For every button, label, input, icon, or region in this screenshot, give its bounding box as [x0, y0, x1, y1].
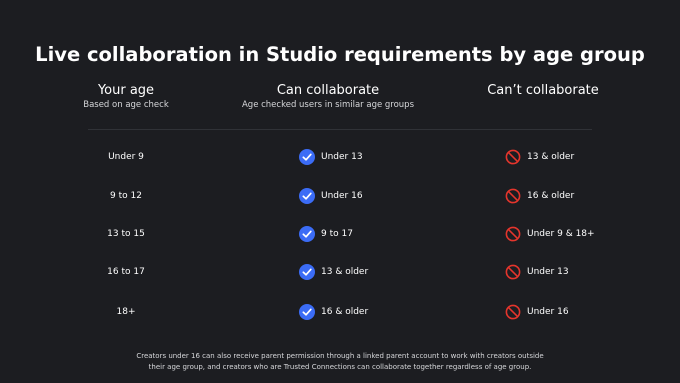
cant-cell: Under 16: [505, 300, 569, 324]
prohibited-icon: [505, 149, 521, 165]
cant-label: Under 9 & 18+: [527, 229, 595, 239]
age-cell: 9 to 12: [110, 191, 142, 201]
can-label: 9 to 17: [321, 229, 353, 239]
footnote-line-2: their age group, and creators who are Tr…: [148, 363, 532, 371]
check-circle-icon: [299, 304, 315, 320]
check-circle-icon: [299, 188, 315, 204]
check-circle-icon: [299, 149, 315, 165]
age-cell: 18+: [116, 307, 136, 317]
prohibited-icon: [505, 264, 521, 280]
can-label: 16 & older: [321, 307, 369, 317]
can-cell: Under 16: [299, 184, 363, 208]
table-row: 18+ 16 & older Under 16: [0, 300, 680, 324]
table-row: 9 to 12 Under 16 16 & older: [0, 184, 680, 208]
cant-cell: 13 & older: [505, 145, 574, 169]
table-row: 13 to 15 9 to 17 Under 9 & 18+: [0, 222, 680, 246]
can-cell: 9 to 17: [299, 222, 353, 246]
check-circle-icon: [299, 264, 315, 280]
cant-label: 16 & older: [527, 191, 575, 201]
age-cell: Under 9: [108, 152, 144, 162]
age-cell: 13 to 15: [107, 229, 145, 239]
check-circle-icon: [299, 226, 315, 242]
cant-label: Under 13: [527, 267, 569, 277]
can-cell: 13 & older: [299, 260, 368, 284]
cant-cell: Under 9 & 18+: [505, 222, 595, 246]
cant-cell: 16 & older: [505, 184, 574, 208]
footnote-line-1: Creators under 16 can also receive paren…: [136, 352, 544, 360]
age-table: Under 9 Under 13 13 & older 9 to 12 Unde…: [0, 0, 680, 383]
can-cell: Under 13: [299, 145, 363, 169]
footnote: Creators under 16 can also receive paren…: [0, 351, 680, 373]
age-cell: 16 to 17: [107, 267, 145, 277]
cant-cell: Under 13: [505, 260, 569, 284]
prohibited-icon: [505, 188, 521, 204]
can-cell: 16 & older: [299, 300, 368, 324]
prohibited-icon: [505, 304, 521, 320]
can-label: Under 16: [321, 191, 363, 201]
cant-label: 13 & older: [527, 152, 575, 162]
table-row: 16 to 17 13 & older Under 13: [0, 260, 680, 284]
table-row: Under 9 Under 13 13 & older: [0, 145, 680, 169]
prohibited-icon: [505, 226, 521, 242]
can-label: 13 & older: [321, 267, 369, 277]
can-label: Under 13: [321, 152, 363, 162]
cant-label: Under 16: [527, 307, 569, 317]
